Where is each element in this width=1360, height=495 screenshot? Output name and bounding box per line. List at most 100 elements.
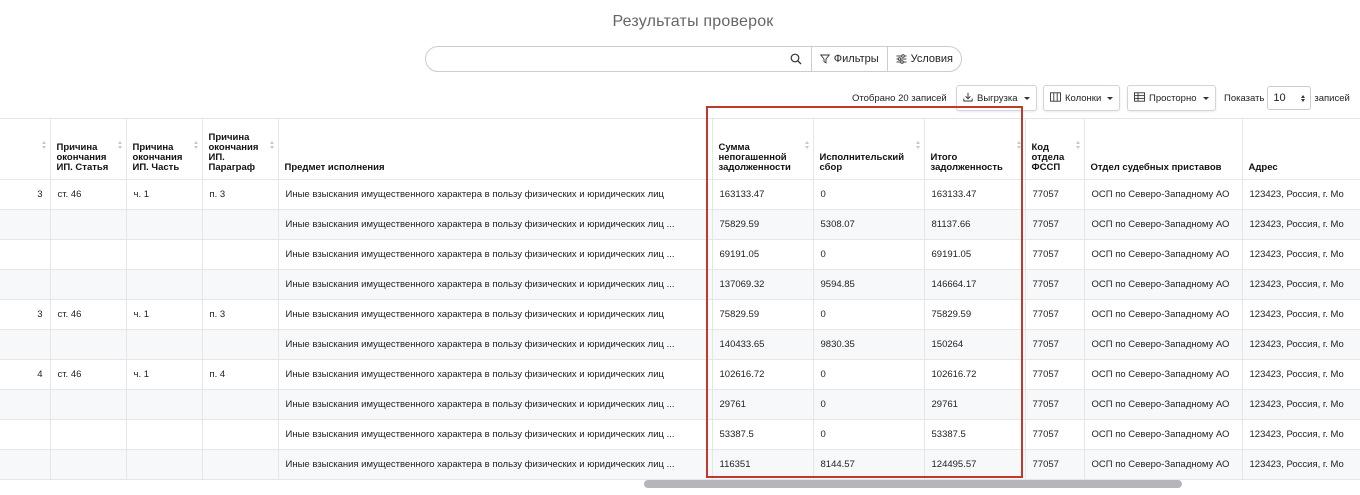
page-length-value: 10 <box>1273 92 1286 104</box>
table-cell <box>0 209 51 240</box>
search-input[interactable] <box>426 47 781 71</box>
table-cell: 123423, Россия, г. Мо <box>1242 239 1360 270</box>
table-cell: 163133.47 <box>712 179 814 210</box>
table-cell: ст. 46 <box>50 179 127 210</box>
column-header[interactable]: Причина окончания ИП. Часть <box>126 119 203 180</box>
export-button-label: Выгрузка <box>977 92 1018 104</box>
table-cell: 123423, Россия, г. Мо <box>1242 299 1360 330</box>
sort-icon <box>41 141 46 149</box>
table-cell: 77057 <box>1025 389 1085 420</box>
table-cell: ст. 46 <box>50 299 127 330</box>
table-cell: Иные взыскания имущественного характера … <box>278 419 713 450</box>
column-header[interactable]: Причина окончания ИП. Статья <box>50 119 127 180</box>
conditions-button[interactable]: Условия <box>886 47 961 71</box>
column-header[interactable]: Предмет исполнения <box>278 119 713 180</box>
table-cell: 124495.57 <box>924 449 1026 480</box>
page-length-control: Показать 10 записей <box>1224 85 1350 111</box>
table-row[interactable]: 4 ст. 46 ч. 1 п. 4 Иные взыскания имуществен… <box>0 359 1360 390</box>
table-cell: Иные взыскания имущественного характера … <box>278 389 713 420</box>
table-cell: 116351 <box>712 449 814 480</box>
conditions-button-label: Условия <box>910 53 953 65</box>
table-cell: ОСП по Северо-Западному АО <box>1084 329 1243 360</box>
table-cell: 77057 <box>1025 359 1085 390</box>
column-header[interactable]: Итого задолженность <box>924 119 1026 180</box>
column-header[interactable]: Сумма непогашенной задолженности <box>712 119 814 180</box>
table-cell <box>0 449 51 480</box>
table-cell: 4 <box>0 359 51 390</box>
table-cell: ОСП по Северо-Западному АО <box>1084 209 1243 240</box>
filters-button[interactable]: Фильтры <box>810 47 887 71</box>
table-cell: Иные взыскания имущественного характера … <box>278 209 713 240</box>
table-cell <box>202 419 279 450</box>
table-cell <box>126 209 203 240</box>
table-toolbar: Отобрано 20 записей Выгрузка Колонки Про… <box>0 85 1360 111</box>
table-row[interactable]: 3 ст. 46 ч. 1 п. 3 Иные взыскания имуществен… <box>0 179 1360 210</box>
table-cell: 77057 <box>1025 449 1085 480</box>
sort-icon <box>915 141 920 149</box>
page-length-select[interactable]: 10 <box>1267 86 1312 110</box>
table-cell <box>50 269 127 300</box>
table-cell: 77057 <box>1025 209 1085 240</box>
table-cell: 0 <box>813 239 925 270</box>
table-cell: 0 <box>813 389 925 420</box>
table-cell: ОСП по Северо-Западному АО <box>1084 239 1243 270</box>
table-cell: 69191.05 <box>712 239 814 270</box>
column-header-label: Сумма непогашенной задолженности <box>718 141 791 173</box>
table-cell: ОСП по Северо-Западному АО <box>1084 389 1243 420</box>
column-header[interactable]: Код отдела ФССП <box>1025 119 1085 180</box>
table-cell: 123423, Россия, г. Мо <box>1242 269 1360 300</box>
table-cell: 140433.65 <box>712 329 814 360</box>
sort-icon <box>193 141 198 149</box>
table-cell: 123423, Россия, г. Мо <box>1242 449 1360 480</box>
sort-icon <box>804 141 809 149</box>
table-cell: 0 <box>813 179 925 210</box>
sort-icon <box>1075 141 1080 149</box>
table-row[interactable]: Иные взыскания имущественного характера … <box>0 209 1360 240</box>
table-row[interactable]: Иные взыскания имущественного характера … <box>0 269 1360 300</box>
table-cell: 9594.85 <box>813 269 925 300</box>
table-cell: ОСП по Северо-Западному АО <box>1084 359 1243 390</box>
sort-icon <box>269 141 274 149</box>
sort-icon <box>117 141 122 149</box>
table-cell: 0 <box>813 419 925 450</box>
horizontal-scrollbar[interactable] <box>0 479 1352 489</box>
table-row[interactable]: Иные взыскания имущественного характера … <box>0 239 1360 270</box>
column-header[interactable]: Причина окончания ИП. Параграф <box>202 119 279 180</box>
table-row[interactable]: Иные взыскания имущественного характера … <box>0 449 1360 480</box>
table-cell: 123423, Россия, г. Мо <box>1242 329 1360 360</box>
table-row[interactable]: 3 ст. 46 ч. 1 п. 3 Иные взыскания имуществен… <box>0 299 1360 330</box>
column-header-label: Причина окончания ИП. Параграф <box>208 131 259 173</box>
table-cell: ч. 1 <box>126 179 203 210</box>
chevron-down-icon <box>1107 96 1114 100</box>
show-label: Показать <box>1224 92 1265 104</box>
table-cell: 8144.57 <box>813 449 925 480</box>
column-header[interactable] <box>0 119 51 180</box>
table-cell: 53387.5 <box>924 419 1026 450</box>
table-cell: 123423, Россия, г. Мо <box>1242 419 1360 450</box>
scrollbar-thumb[interactable] <box>644 480 1182 488</box>
table-row[interactable]: Иные взыскания имущественного характера … <box>0 419 1360 450</box>
chevron-down-icon <box>1202 96 1209 100</box>
table-cell: Иные взыскания имущественного характера … <box>278 239 713 270</box>
columns-button[interactable]: Колонки <box>1043 85 1121 111</box>
filters-button-label: Фильтры <box>833 53 879 65</box>
column-header[interactable]: Адрес <box>1242 119 1360 180</box>
table-cell: Иные взыскания имущественного характера … <box>278 359 713 390</box>
table-cell: ОСП по Северо-Западному АО <box>1084 179 1243 210</box>
column-header[interactable]: Отдел судебных приставов <box>1084 119 1243 180</box>
table-cell: 102616.72 <box>924 359 1026 390</box>
table-cell: 29761 <box>712 389 814 420</box>
search-icon[interactable] <box>781 47 811 71</box>
density-button[interactable]: Просторно <box>1127 85 1216 111</box>
download-icon <box>963 92 973 105</box>
column-header-label: Итого задолженность <box>930 151 1003 173</box>
table-row[interactable]: Иные взыскания имущественного характера … <box>0 329 1360 360</box>
export-button[interactable]: Выгрузка <box>956 85 1037 111</box>
selected-count: Отобрано 20 записей <box>852 92 947 104</box>
table-cell: 0 <box>813 299 925 330</box>
updown-icon <box>1301 94 1306 102</box>
table-row[interactable]: Иные взыскания имущественного характера … <box>0 389 1360 420</box>
records-label: записей <box>1314 92 1350 104</box>
column-header[interactable]: Исполнительский сбор <box>813 119 925 180</box>
table-cell <box>126 269 203 300</box>
